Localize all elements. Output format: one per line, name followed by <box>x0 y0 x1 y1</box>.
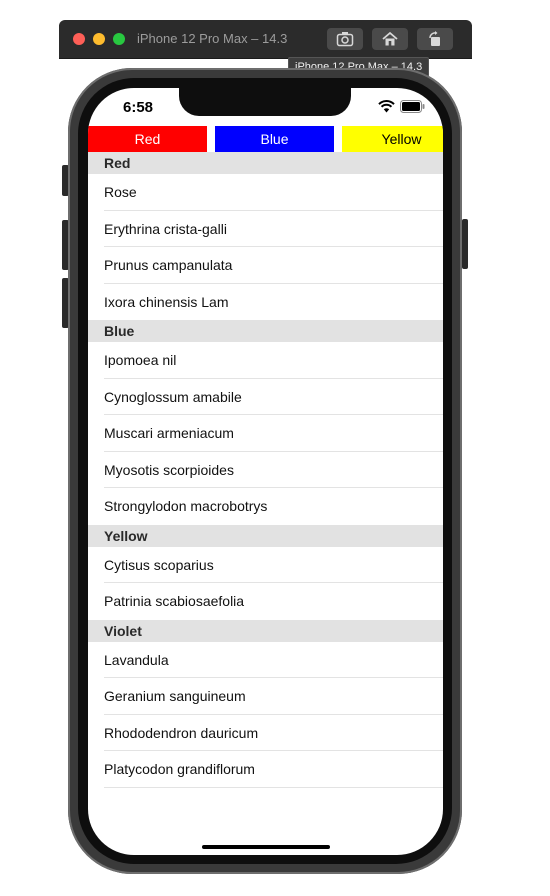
list-item-label: Strongylodon macrobotrys <box>104 498 268 514</box>
close-window-button[interactable] <box>73 33 85 45</box>
phone-screen: 6:58 Red Blue Yellow Red Rose Erythrina … <box>88 88 443 855</box>
window-title: iPhone 12 Pro Max – 14.3 <box>137 31 288 46</box>
screenshot-icon <box>336 32 354 47</box>
list-item[interactable]: Ixora chinensis Lam <box>88 284 443 321</box>
list-item[interactable]: Strongylodon macrobotrys <box>88 488 443 525</box>
list-item-label: Rose <box>104 184 137 200</box>
home-button[interactable] <box>372 28 408 50</box>
list-item-label: Ixora chinensis Lam <box>104 293 229 310</box>
list-item-label: Ipomoea nil <box>104 352 177 368</box>
list-item[interactable]: Prunus campanulata <box>88 247 443 284</box>
wifi-icon <box>378 100 395 113</box>
rotate-icon <box>429 31 440 46</box>
power-button <box>462 219 468 269</box>
list-item-label: Patrinia scabiosaefolia <box>104 593 245 609</box>
list-item-label: Muscari armeniacum <box>104 425 234 441</box>
list-item-label: Cytisus scoparius <box>104 556 214 573</box>
section-header-blue: Blue <box>88 320 443 342</box>
list-item[interactable]: Myosotis scorpioides <box>88 452 443 488</box>
list-item[interactable]: Geranium sanguineum <box>88 678 443 715</box>
list-item[interactable]: Rhododendron dauricum <box>88 715 443 751</box>
home-indicator[interactable] <box>202 845 330 849</box>
list-item-label: Platycodon grandiflorum <box>104 761 255 777</box>
status-time: 6:58 <box>123 99 154 116</box>
list-item[interactable]: Muscari armeniacum <box>88 415 443 452</box>
notch <box>179 88 351 116</box>
minimize-window-button[interactable] <box>93 33 105 45</box>
section-header-red: Red <box>88 152 443 174</box>
zoom-window-button[interactable] <box>113 33 125 45</box>
list-item-label: Lavandula <box>104 651 169 668</box>
section-header-yellow: Yellow <box>88 524 443 547</box>
flower-list[interactable]: Red Rose Erythrina crista-galli Prunus c… <box>88 152 443 788</box>
list-item-label: Prunus campanulata <box>104 257 233 273</box>
red-filter-button[interactable]: Red <box>88 126 207 152</box>
section-header-violet: Violet <box>88 619 443 642</box>
list-item-label: Geranium sanguineum <box>104 688 246 704</box>
home-icon <box>382 31 398 46</box>
list-item-label: Rhododendron dauricum <box>104 724 259 741</box>
list-item-label: Erythrina crista-galli <box>104 220 227 237</box>
list-item[interactable]: Erythrina crista-galli <box>88 211 443 247</box>
list-item[interactable]: Rose <box>88 174 443 211</box>
screenshot-button[interactable] <box>327 28 363 50</box>
simulator-titlebar: iPhone 12 Pro Max – 14.3 <box>59 20 472 58</box>
list-item-label: Myosotis scorpioides <box>104 461 234 478</box>
list-item[interactable]: Platycodon grandiflorum <box>88 751 443 788</box>
battery-icon <box>400 100 425 113</box>
list-item[interactable]: Ipomoea nil <box>88 342 443 379</box>
rotate-button[interactable] <box>417 28 453 50</box>
list-item[interactable]: Patrinia scabiosaefolia <box>88 583 443 620</box>
list-item-label: Cynoglossum amabile <box>104 388 242 405</box>
yellow-filter-button[interactable]: Yellow <box>342 126 443 152</box>
list-item[interactable]: Cytisus scoparius <box>88 547 443 583</box>
list-item[interactable]: Cynoglossum amabile <box>88 379 443 415</box>
list-item[interactable]: Lavandula <box>88 642 443 678</box>
blue-filter-button[interactable]: Blue <box>215 126 334 152</box>
